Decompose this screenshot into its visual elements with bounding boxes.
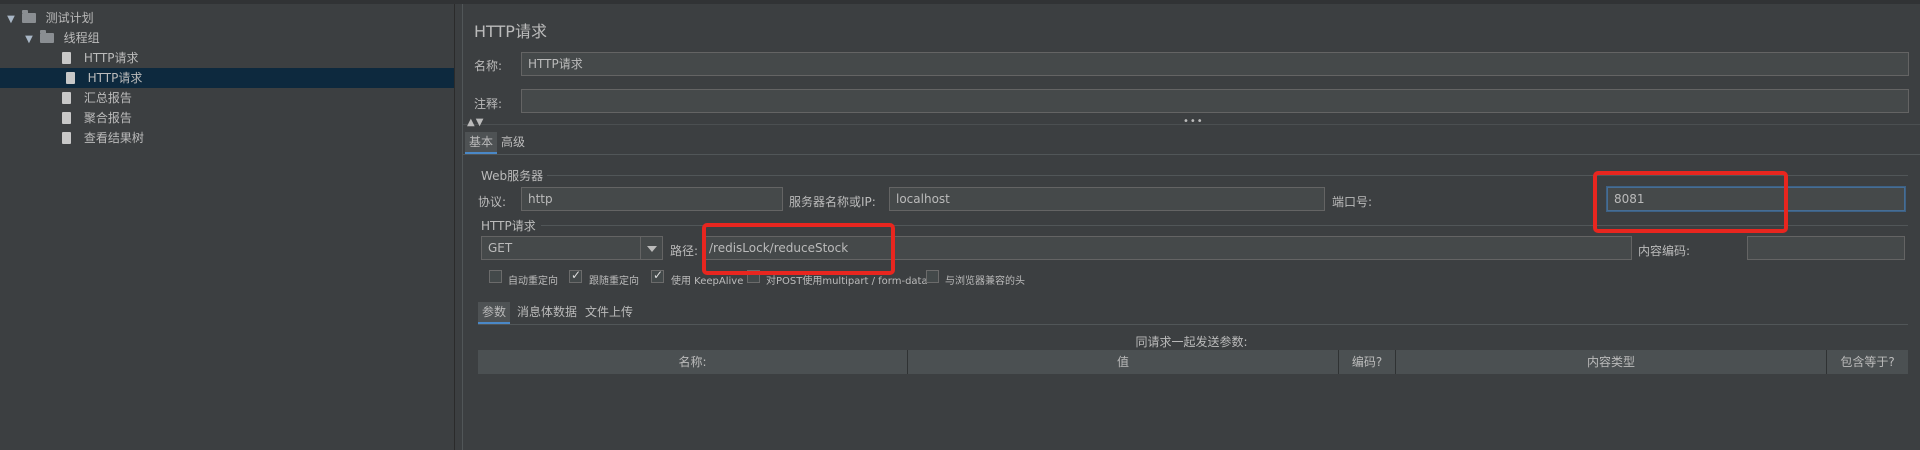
tree-item-label: 汇总报告 (83, 91, 132, 105)
params-table-body[interactable] (478, 374, 1908, 450)
method-value: GET (488, 241, 513, 255)
chevron-down-icon[interactable] (640, 237, 662, 259)
server-field[interactable]: localhost (889, 187, 1325, 211)
params-tab-divider (478, 324, 1908, 325)
column-header-value[interactable]: 值 (908, 350, 1339, 374)
drag-handle-icon[interactable]: ••• (1183, 116, 1204, 127)
tab-files-upload[interactable]: 文件上传 (581, 302, 637, 322)
name-label: 名称: (474, 59, 503, 73)
tree-item-http-request-2[interactable]: HTTP请求 (0, 68, 454, 88)
follow-redirect-label: 跟随重定向 (589, 276, 639, 287)
folder-icon (21, 10, 36, 23)
tab-advanced[interactable]: 高级 (497, 132, 529, 152)
listener-icon (62, 132, 71, 144)
follow-redirect-checkbox[interactable] (569, 268, 582, 283)
page-title: HTTP请求 (474, 22, 547, 41)
test-plan-tree: ▼ 测试计划 ▼ 线程组 HTTP请求 HTTP请求 汇总报告 聚合报告 查看结… (0, 4, 454, 450)
browser-headers-checkbox[interactable] (926, 270, 939, 283)
column-header-include-equals[interactable]: 包含等于? (1827, 350, 1908, 374)
params-table-header: 名称: 值 编码? 内容类型 包含等于? (478, 350, 1908, 374)
tree-item-thread-group[interactable]: ▼ 线程组 (22, 28, 100, 48)
folder-icon (39, 30, 54, 43)
vertical-splitter[interactable] (454, 4, 463, 450)
tree-item-label: 线程组 (63, 31, 100, 45)
auto-redirect-label: 自动重定向 (508, 276, 558, 287)
port-label: 端口号: (1332, 195, 1373, 209)
protocol-label: 协议: (478, 195, 507, 209)
comment-field[interactable] (521, 89, 1909, 113)
send-params-label: 同请求一起发送参数: (1135, 335, 1248, 349)
keepalive-checkbox[interactable] (651, 268, 664, 283)
tab-body-data[interactable]: 消息体数据 (513, 302, 581, 322)
tree-item-label: 查看结果树 (83, 131, 144, 145)
tree-item-label: HTTP请求 (83, 51, 139, 65)
tab-divider (463, 154, 1920, 155)
listener-icon (62, 92, 71, 104)
column-header-content-type[interactable]: 内容类型 (1396, 350, 1827, 374)
http-request-panel: HTTP请求 名称: HTTP请求 注释: ▲▼ ••• 基本 高级 Web服务… (463, 4, 1920, 450)
tree-item-label: 测试计划 (45, 11, 94, 25)
tree-item-http-request-1[interactable]: HTTP请求 (62, 48, 139, 68)
auto-redirect-checkbox[interactable] (489, 270, 502, 283)
tree-item-test-plan[interactable]: ▼ 测试计划 (4, 8, 94, 28)
tree-item-summary-report[interactable]: 汇总报告 (62, 88, 132, 108)
port-highlight-box (1593, 171, 1788, 233)
method-select[interactable]: GET (481, 236, 663, 260)
column-header-name[interactable]: 名称: (478, 350, 908, 374)
tab-basic[interactable]: 基本 (465, 132, 498, 154)
path-highlight-box (702, 223, 895, 275)
tree-item-aggregate-report[interactable]: 聚合报告 (62, 108, 132, 128)
comment-label: 注释: (474, 97, 503, 111)
sampler-icon (65, 72, 75, 84)
tree-item-view-results-tree[interactable]: 查看结果树 (62, 128, 144, 148)
content-encoding-field[interactable] (1747, 236, 1905, 260)
tree-item-label: HTTP请求 (87, 71, 143, 85)
column-header-encode[interactable]: 编码? (1339, 350, 1396, 374)
path-label: 路径: (670, 244, 699, 258)
http-request-group-label: HTTP请求 (481, 219, 536, 233)
tab-parameters[interactable]: 参数 (478, 302, 511, 324)
web-server-group-label: Web服务器 (481, 169, 544, 183)
server-label: 服务器名称或IP: (789, 195, 876, 209)
content-encoding-label: 内容编码: (1638, 244, 1691, 258)
chevron-down-icon[interactable]: ▼ (22, 30, 36, 50)
name-field[interactable]: HTTP请求 (521, 52, 1909, 76)
tree-item-label: 聚合报告 (83, 111, 132, 125)
sampler-icon (62, 52, 71, 64)
chevron-down-icon[interactable]: ▼ (4, 10, 18, 30)
protocol-field[interactable]: http (521, 187, 783, 211)
browser-headers-label: 与浏览器兼容的头 (945, 276, 1025, 287)
collapse-arrows-icon[interactable]: ▲▼ (467, 117, 484, 128)
listener-icon (62, 112, 71, 124)
